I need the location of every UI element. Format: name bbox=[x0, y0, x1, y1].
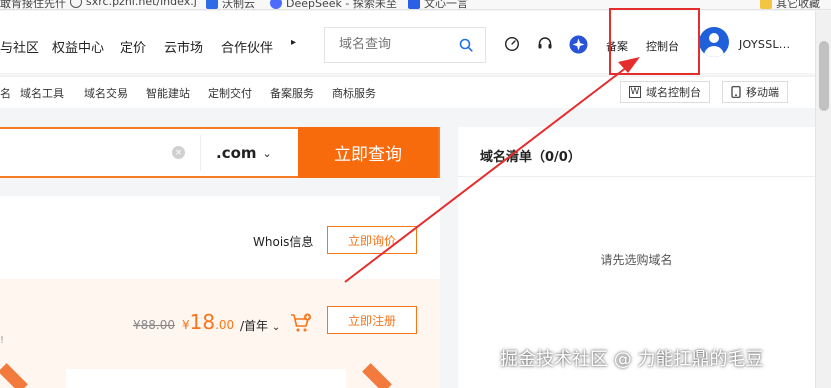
subnav-custom-delivery[interactable]: 定制交付 bbox=[208, 85, 252, 101]
price-symbol: ¥ bbox=[182, 318, 190, 332]
watermark: 掘金技术社区 @ 力能扛鼎的毛豆 bbox=[500, 349, 764, 370]
search-icon[interactable] bbox=[459, 38, 473, 52]
domain-console-button[interactable]: W 域名控制台 bbox=[620, 81, 710, 103]
promo-inner-card bbox=[66, 369, 346, 388]
chevron-down-icon: ⌄ bbox=[262, 146, 272, 160]
sub-nav: 名 域名工具 域名交易 智能建站 定制交付 备案服务 商标服务 W 域名控制台 … bbox=[0, 76, 815, 108]
bookmark-label: 其它收藏 bbox=[776, 0, 820, 10]
inquire-button[interactable]: 立即询价 bbox=[327, 226, 417, 254]
domain-query-bar: × .com ⌄ 立即查询 bbox=[0, 127, 440, 178]
top-nav: 与社区 权益中心 定价 云市场 合作伙伴 ▸ 备案 控制台 JOYSSL... bbox=[0, 11, 831, 73]
bookmark-5[interactable]: 文心一言 bbox=[408, 0, 468, 10]
globe-icon bbox=[70, 0, 82, 8]
nav-community[interactable]: 与社区 bbox=[0, 37, 39, 56]
chevron-down-icon: ⌄ bbox=[271, 322, 281, 333]
promo-price: ¥18.00 bbox=[182, 310, 234, 334]
domain-search-input[interactable] bbox=[339, 37, 459, 52]
divider bbox=[458, 176, 815, 177]
nav-more-icon[interactable]: ▸ bbox=[291, 37, 296, 48]
mobile-label: 移动端 bbox=[746, 86, 779, 99]
bookmark-1[interactable]: 敢肯接住先什 bbox=[0, 0, 66, 10]
query-button[interactable]: 立即查询 bbox=[298, 127, 438, 178]
domain-search-box[interactable] bbox=[324, 27, 486, 63]
price-decimal: .00 bbox=[215, 318, 235, 332]
nav-pricing[interactable]: 定价 bbox=[120, 37, 146, 56]
domain-list-empty-text: 请先选购域名 bbox=[600, 253, 673, 267]
bookmark-2[interactable]: sxrc.pzhl.net/index.j bbox=[70, 0, 197, 8]
tld-value: .com bbox=[216, 144, 257, 162]
gauge-icon[interactable] bbox=[504, 36, 520, 52]
domain-result-card: Whois信息 立即询价 ! ¥88.00 ¥18.00 /首年 ⌄ 立即注册 bbox=[0, 196, 440, 388]
bookmarks-bar: 敢肯接住先什 sxrc.pzhl.net/index.j 沃制云 DeepSee… bbox=[0, 0, 831, 10]
cloud-icon bbox=[206, 0, 218, 9]
domain-console-icon: W bbox=[629, 86, 641, 98]
register-button[interactable]: 立即注册 bbox=[327, 306, 417, 334]
bookmark-3[interactable]: 沃制云 bbox=[206, 0, 255, 10]
nav-partners[interactable]: 合作伙伴 bbox=[221, 37, 273, 56]
domain-console-label: 域名控制台 bbox=[646, 86, 701, 99]
notice-mark: ! bbox=[0, 335, 5, 346]
bookmark-label: 文心一言 bbox=[424, 0, 468, 10]
price-integer: 18 bbox=[189, 310, 216, 334]
ribbon-badge bbox=[0, 363, 28, 388]
avatar[interactable] bbox=[699, 27, 729, 57]
original-price: ¥88.00 bbox=[133, 318, 175, 332]
ribbon-badge bbox=[362, 363, 392, 388]
bookmark-label: sxrc.pzhl.net/index.j bbox=[86, 0, 197, 8]
headset-icon[interactable] bbox=[537, 36, 553, 52]
bookmark-other[interactable]: 其它收藏 bbox=[760, 0, 820, 10]
promo-card: ! ¥88.00 ¥18.00 /首年 ⌄ 立即注册 bbox=[0, 279, 440, 388]
clear-icon[interactable]: × bbox=[172, 146, 185, 159]
page-scrollbar[interactable] bbox=[815, 11, 831, 388]
cart-icon[interactable] bbox=[290, 313, 312, 333]
subnav-domain-trade[interactable]: 域名交易 bbox=[84, 85, 128, 101]
beian-link[interactable]: 备案 bbox=[606, 38, 628, 54]
console-link[interactable]: 控制台 bbox=[646, 38, 679, 54]
folder-icon bbox=[760, 0, 772, 9]
bookmark-label: 沃制云 bbox=[222, 0, 255, 10]
domain-list-title: 域名清单（0/0） bbox=[480, 150, 581, 165]
scrollbar-thumb[interactable] bbox=[819, 41, 829, 111]
phone-icon bbox=[731, 86, 741, 98]
subnav-beian-service[interactable]: 备案服务 bbox=[270, 85, 314, 101]
nav-benefits[interactable]: 权益中心 bbox=[52, 37, 104, 56]
whois-link[interactable]: Whois信息 bbox=[253, 233, 313, 250]
price-term-select[interactable]: /首年 ⌄ bbox=[240, 317, 280, 334]
subnav-trademark[interactable]: 商标服务 bbox=[332, 85, 376, 101]
deepseek-icon bbox=[270, 0, 282, 9]
subnav-domain-tools[interactable]: 域名工具 bbox=[20, 85, 64, 101]
tld-select[interactable]: .com ⌄ bbox=[200, 135, 298, 171]
username[interactable]: JOYSSL... bbox=[739, 38, 790, 51]
bookmark-4[interactable]: DeepSeek - 探索未至 bbox=[270, 0, 397, 10]
wenxin-icon bbox=[408, 0, 420, 9]
mobile-button[interactable]: 移动端 bbox=[722, 81, 788, 103]
price-term: /首年 bbox=[240, 319, 269, 333]
subnav-site-builder[interactable]: 智能建站 bbox=[146, 85, 190, 101]
bookmark-label: 敢肯接住先什 bbox=[0, 0, 66, 10]
nav-marketplace[interactable]: 云市场 bbox=[164, 37, 203, 56]
bookmark-label: DeepSeek - 探索未至 bbox=[286, 0, 397, 10]
ai-assistant-icon[interactable] bbox=[569, 35, 588, 54]
subnav-domain[interactable]: 名 bbox=[0, 85, 11, 101]
